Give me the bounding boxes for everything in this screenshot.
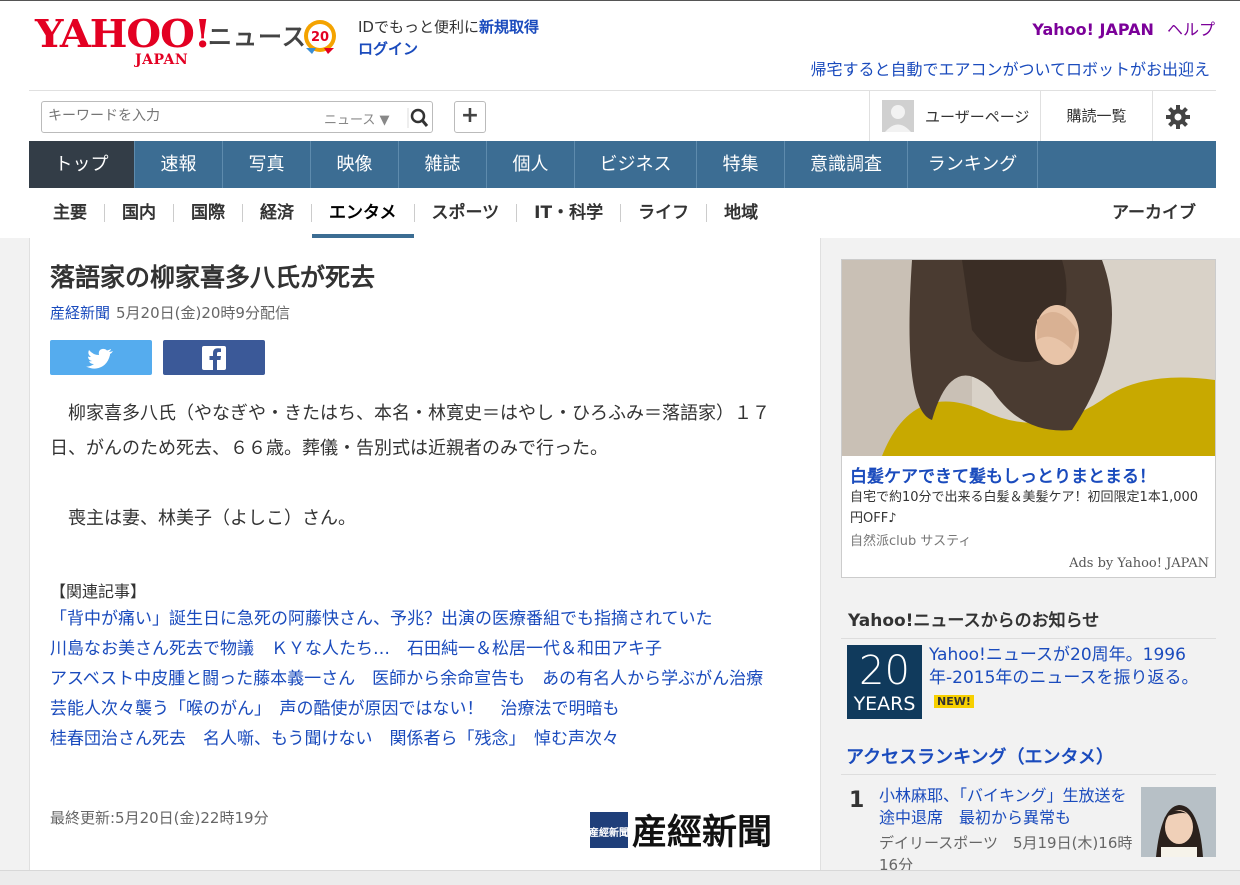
category-navigation: 主要 国内 国際 経済 エンタメ スポーツ IT・科学 ライフ 地域 アーカイブ xyxy=(29,188,1216,238)
divider xyxy=(841,774,1216,775)
search-box: ニュース ▼ xyxy=(41,101,433,133)
gear-icon[interactable] xyxy=(1165,104,1191,130)
twitter-icon xyxy=(86,348,113,369)
category-tab-region[interactable]: 地域 xyxy=(707,188,775,238)
sankei-shimbun-logo[interactable]: 産經新聞 産經新聞 xyxy=(590,810,802,850)
article-title: 落語家の柳家喜多八氏が死去 xyxy=(50,263,376,292)
ad-image xyxy=(842,260,1215,456)
avatar-icon xyxy=(882,100,914,132)
yahoo-japan-link[interactable]: Yahoo! JAPAN xyxy=(1032,20,1154,39)
help-link[interactable]: ヘルプ xyxy=(1167,20,1215,39)
related-article-link[interactable]: 「背中が痛い」誕生日に急死の阿藤快さん、予兆？出演の医療番組でも指摘されていた xyxy=(50,604,795,634)
user-page-button[interactable]: ユーザーページ xyxy=(869,91,1041,141)
category-tab-international[interactable]: 国際 xyxy=(174,188,242,238)
divider xyxy=(841,638,1216,639)
20-years-badge[interactable]: 20 YEARS xyxy=(847,645,922,719)
yahoo-japan-logo[interactable]: YAHOO! JAPAN xyxy=(35,14,211,69)
ads-by-label[interactable]: Ads by Yahoo! JAPAN xyxy=(1069,556,1209,571)
category-tab-it-science[interactable]: IT・科学 xyxy=(517,188,620,238)
sponsored-ad[interactable]: 白髪ケアできて髪もしっとりまとまる！ 自宅で約10分で出来る白髪＆美髪ケア！初回… xyxy=(841,259,1216,578)
section-title[interactable]: ニュース xyxy=(208,17,307,52)
promo-link[interactable]: 帰宅すると自動でエアコンがついてロボットがお出迎え xyxy=(810,56,1210,80)
nav-tab-photo[interactable]: 写真 xyxy=(223,141,311,188)
nav-tab-business[interactable]: ビジネス xyxy=(575,141,697,188)
article-paragraph: 柳家喜多八氏（やなぎや・きたはち、本名・林寛史＝はやし・ひろふみ＝落語家）１７日… xyxy=(50,403,770,459)
ad-title[interactable]: 白髪ケアできて髪もしっとりまとまる！ xyxy=(850,462,1156,487)
search-icon[interactable] xyxy=(406,107,430,129)
logo-text: YAHOO! xyxy=(35,11,211,56)
header-links: Yahoo! JAPAN ヘルプ xyxy=(1032,16,1215,40)
notice-heading: Yahoo!ニュースからのお知らせ xyxy=(848,611,1100,631)
article-meta: 産経新聞 5月20日(金)20時9分配信 xyxy=(50,302,290,323)
add-button[interactable]: + xyxy=(454,101,486,133)
category-tab-economy[interactable]: 経済 xyxy=(243,188,311,238)
top-border xyxy=(0,0,1240,4)
related-articles-heading: 【関連記事】 xyxy=(50,582,147,601)
nav-tab-features[interactable]: 特集 xyxy=(697,141,785,188)
category-tab-domestic[interactable]: 国内 xyxy=(105,188,173,238)
facebook-icon xyxy=(202,346,226,370)
category-tab-entertainment[interactable]: エンタメ xyxy=(312,188,414,238)
search-input[interactable] xyxy=(48,108,318,124)
rank-number: 1 xyxy=(849,788,865,813)
badge-word: YEARS xyxy=(853,693,916,715)
sankei-logo-text: 産經新聞 xyxy=(632,813,772,850)
user-page-label: ユーザーページ xyxy=(925,108,1030,126)
nav-tab-top[interactable]: トップ xyxy=(29,141,135,188)
category-tab-sports[interactable]: スポーツ xyxy=(415,188,517,238)
register-link[interactable]: 新規取得 xyxy=(479,18,539,36)
related-article-link[interactable]: 桂春団治さん死去 名人噺、もう聞けない 関係者ら「残念」 悼む声次々 xyxy=(50,724,795,754)
category-tab-main[interactable]: 主要 xyxy=(29,188,104,238)
archive-link[interactable]: アーカイブ xyxy=(1112,188,1196,238)
nav-tab-ranking[interactable]: ランキング xyxy=(908,141,1038,188)
related-article-link[interactable]: アスベスト中皮腫と闘った藤本義一さん 医師から余命宣告も あの有名人から学ぶがん… xyxy=(50,664,795,694)
article-source-link[interactable]: 産経新聞 xyxy=(50,304,110,322)
article: 落語家の柳家喜多八氏が死去 産経新聞 5月20日(金)20時9分配信 柳家喜多八氏… xyxy=(29,238,821,885)
twitter-share-button[interactable] xyxy=(50,340,152,375)
related-article-link[interactable]: 川島なお美さん死去で物議 ＫＹな人たち… 石田純一＆松居一代＆和田アキ子 xyxy=(50,634,795,664)
ranking-article-link[interactable]: 小林麻耶、「バイキング」生放送を途中退席 最初から異常も xyxy=(879,785,1134,829)
svg-text:20: 20 xyxy=(311,30,329,45)
ad-description: 自宅で約10分で出来る白髪＆美髪ケア！初回限定1本1,000円OFF♪ xyxy=(850,490,1199,526)
badge-number: 20 xyxy=(859,648,910,694)
ad-advertiser: 自然派club サスティ xyxy=(850,534,972,549)
related-articles-list: 「背中が痛い」誕生日に急死の阿藤快さん、予兆？出演の医療番組でも指摘されていた … xyxy=(50,604,795,754)
nav-tab-breaking[interactable]: 速報 xyxy=(135,141,223,188)
anniversary-20-icon: 20 xyxy=(304,20,336,54)
facebook-share-button[interactable] xyxy=(163,340,265,375)
ranking-heading[interactable]: アクセスランキング（エンタメ） xyxy=(846,743,1114,769)
nav-tab-video[interactable]: 映像 xyxy=(311,141,399,188)
browser-status-bar xyxy=(0,870,1240,885)
main-navigation: トップ 速報 写真 映像 雑誌 個人 ビジネス 特集 意識調査 ランキング xyxy=(29,141,1216,188)
category-tab-life[interactable]: ライフ xyxy=(621,188,706,238)
related-article-link[interactable]: 芸能人次々襲う「喉のがん」 声の酷使が原因ではない！ 治療法で明暗も xyxy=(50,694,795,724)
nav-tab-survey[interactable]: 意識調査 xyxy=(785,141,908,188)
login-link[interactable]: ログイン xyxy=(358,38,539,60)
login-box: IDでもっと便利に新規取得 ログイン xyxy=(358,16,539,60)
notice-link[interactable]: Yahoo!ニュースが20周年。1996年-2015年のニュースを振り返る。 xyxy=(929,644,1209,690)
sankei-logo-small-text: 産經新聞 xyxy=(590,826,629,839)
id-prompt: IDでもっと便利に xyxy=(358,18,479,36)
article-date: 5月20日(金)20時9分配信 xyxy=(116,304,290,322)
article-paragraph: 喪主は妻、林美子（よしこ）さん。 xyxy=(50,508,356,529)
search-toolbar: ニュース ▼ + ユーザーページ 購読一覧 xyxy=(29,90,1216,141)
ranking-thumbnail[interactable] xyxy=(1141,787,1216,857)
subscriptions-button[interactable]: 購読一覧 xyxy=(1041,91,1153,141)
nav-tab-magazine[interactable]: 雑誌 xyxy=(399,141,487,188)
new-badge: NEW! xyxy=(934,695,974,708)
nav-tab-individual[interactable]: 個人 xyxy=(487,141,575,188)
last-updated: 最終更新:5月20日(金)22時19分 xyxy=(50,809,269,827)
search-scope-dropdown[interactable]: ニュース ▼ xyxy=(324,109,389,128)
logo-subtext: JAPAN xyxy=(135,52,189,68)
